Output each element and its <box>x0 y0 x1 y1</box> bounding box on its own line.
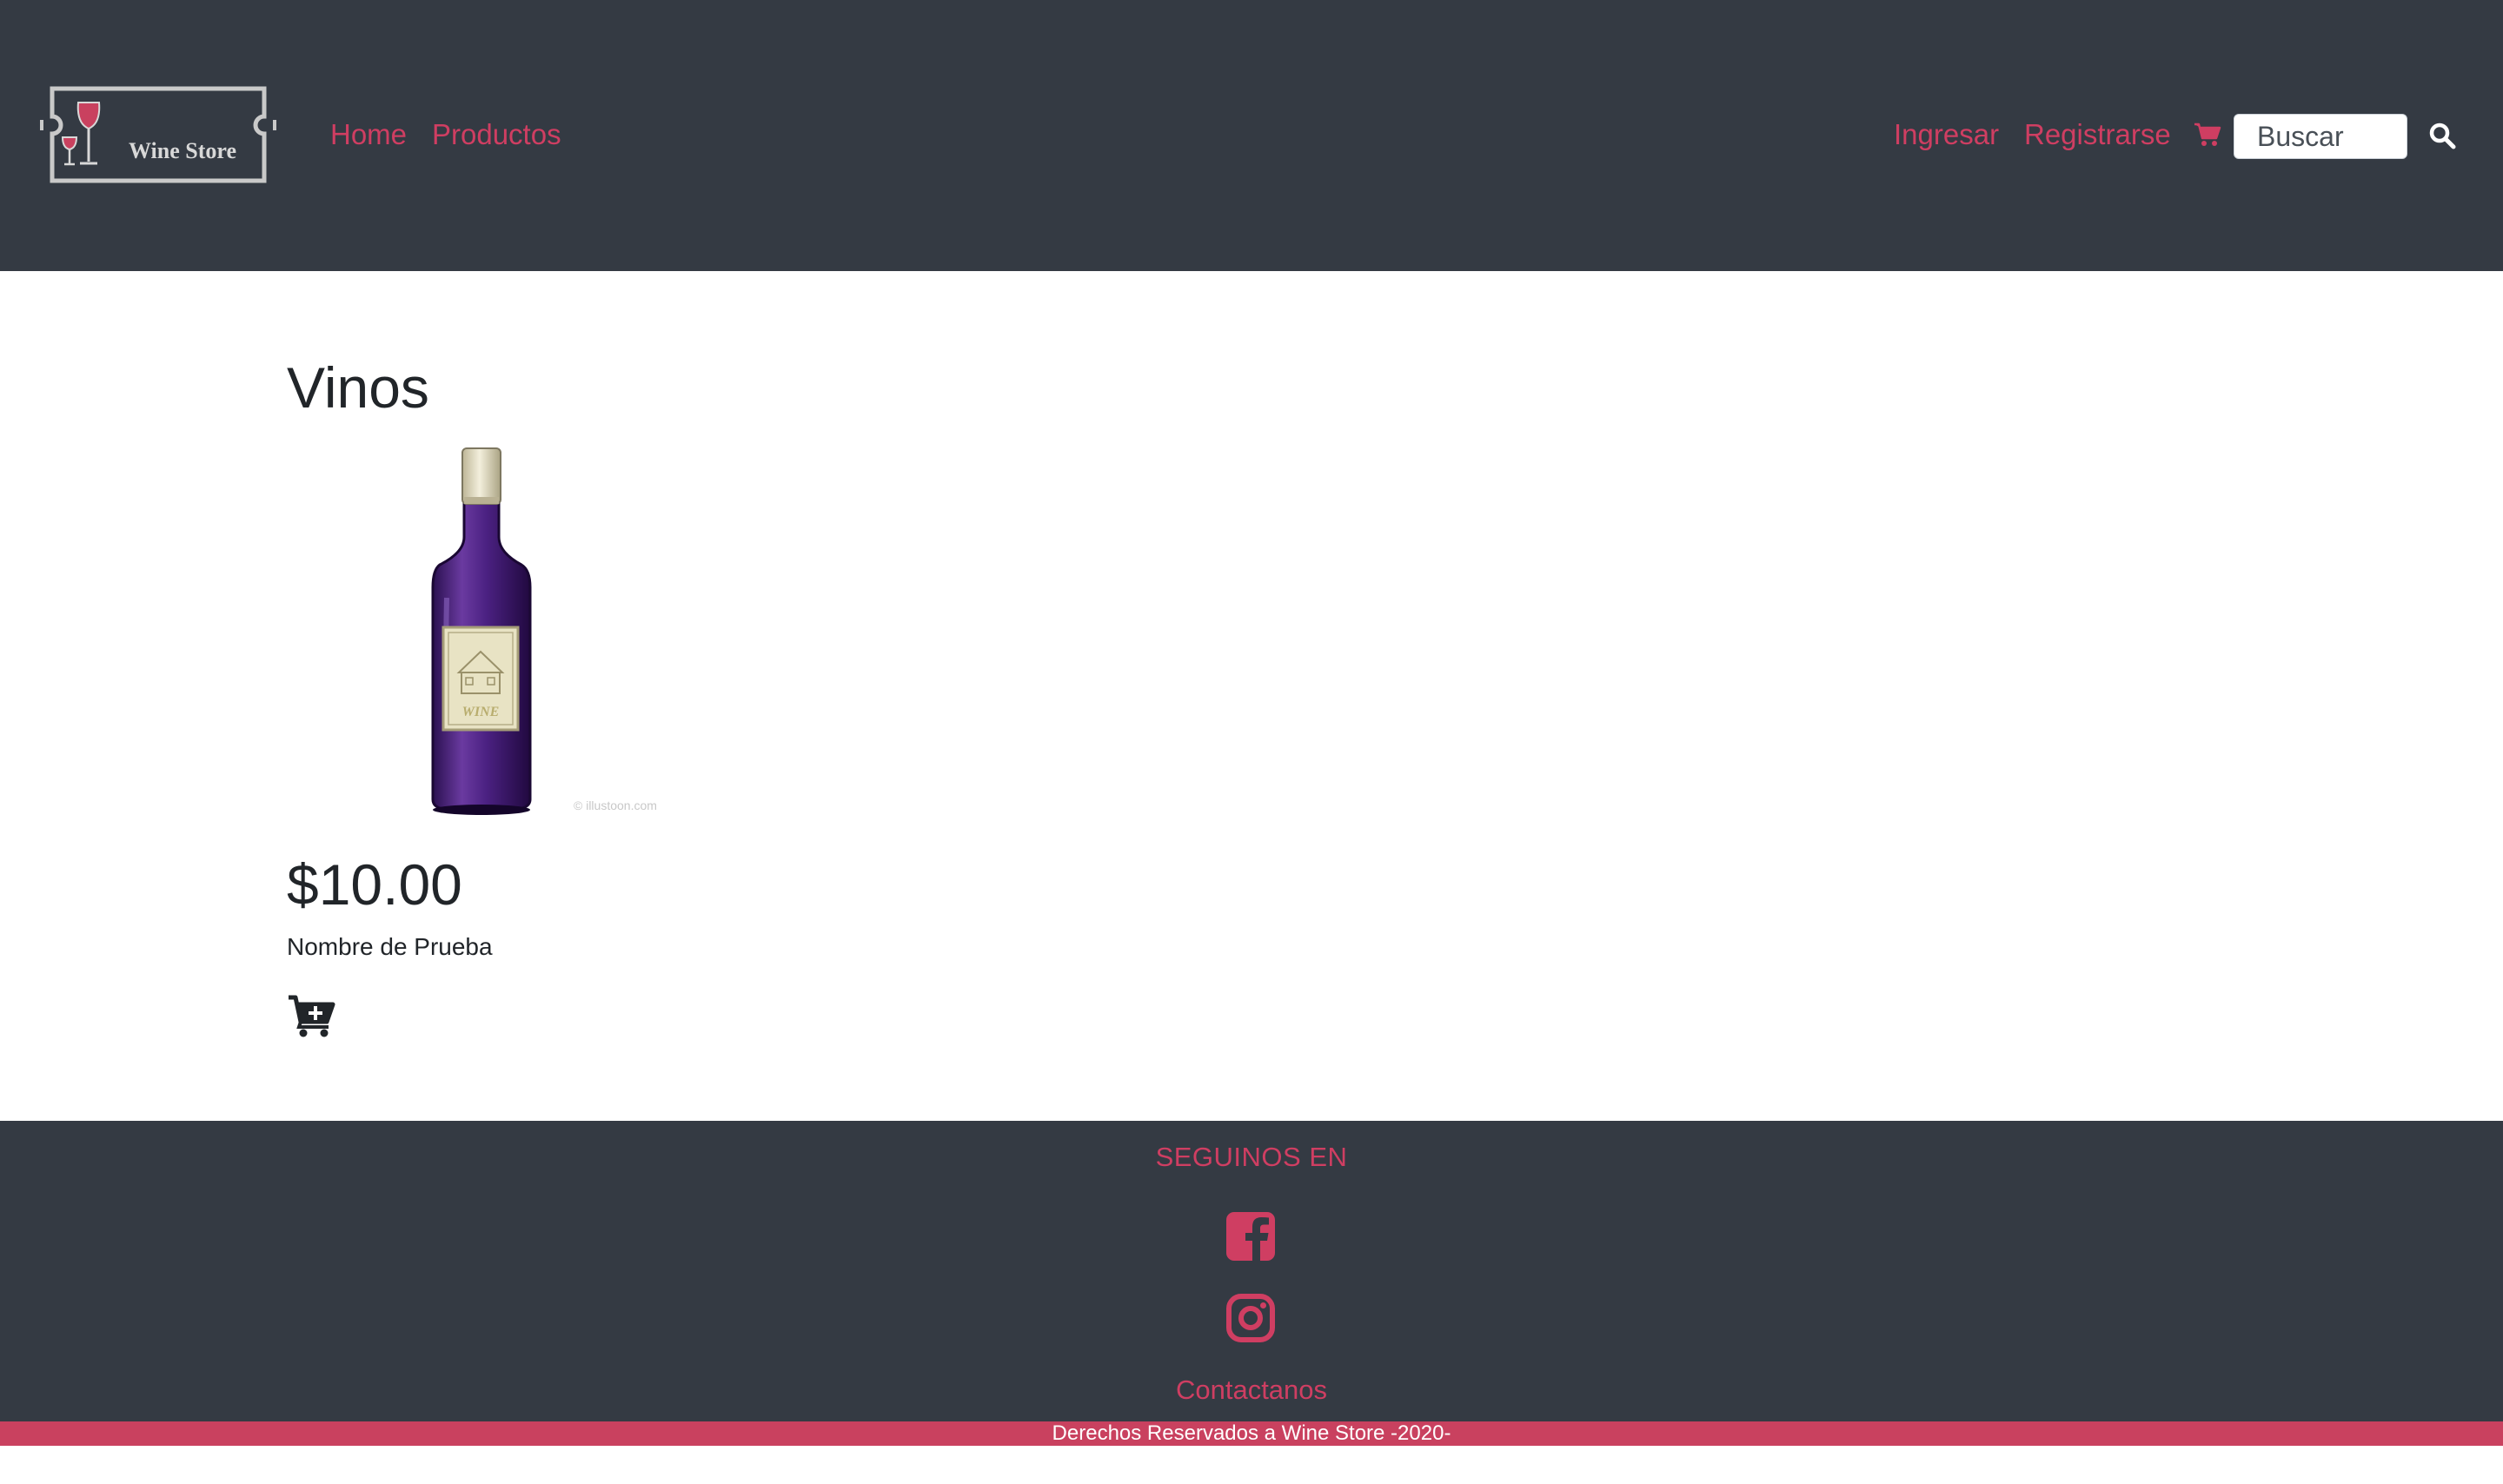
search-input[interactable] <box>2234 114 2407 159</box>
nav-login-link[interactable]: Ingresar <box>1894 114 1999 156</box>
contact-link[interactable]: Contactanos <box>0 1373 2503 1408</box>
search-icon[interactable] <box>2428 122 2456 149</box>
svg-text:WINE: WINE <box>462 705 500 719</box>
wine-store-logo[interactable]: Wine Store <box>38 85 278 184</box>
cart-icon[interactable] <box>2194 122 2221 148</box>
product-card: WINE © illustoon.com $10.00 Nombre de Pr… <box>287 441 687 1050</box>
nav-home-link[interactable]: Home <box>330 114 407 156</box>
nav-products-link[interactable]: Productos <box>432 114 561 156</box>
product-name: Nombre de Prueba <box>287 933 493 960</box>
instagram-icon[interactable] <box>1225 1293 1276 1343</box>
add-to-cart-icon[interactable] <box>287 994 335 1037</box>
copyright-bar: Derechos Reservados a Wine Store -2020- <box>0 1421 2503 1446</box>
footer: SEGUINOS EN Contactanos <box>0 1121 2503 1421</box>
page-title: Vinos <box>287 355 429 420</box>
nav-register-link[interactable]: Registrarse <box>2024 114 2171 156</box>
logo-text: Wine Store <box>129 138 236 163</box>
image-watermark: © illustoon.com <box>574 798 657 812</box>
facebook-icon[interactable] <box>1225 1211 1276 1262</box>
wine-bottle-image[interactable]: WINE © illustoon.com <box>287 441 678 820</box>
follow-us-heading: SEGUINOS EN <box>1155 1142 1348 1172</box>
top-navbar: Wine Store Home Productos Ingresar Regis… <box>0 0 2503 271</box>
product-price: $10.00 <box>287 852 462 917</box>
